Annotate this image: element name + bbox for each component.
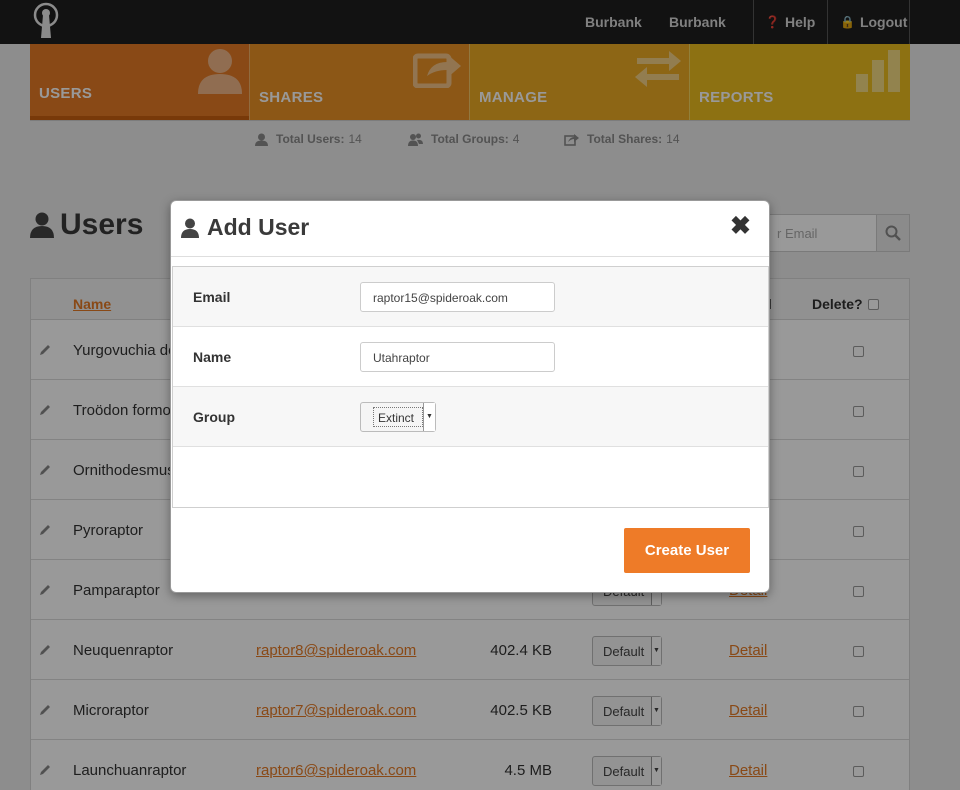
dialog-title: Add User	[181, 214, 309, 241]
dialog-header: Add User ✖	[171, 201, 769, 257]
add-user-dialog: Add User ✖ Email raptor15@spideroak.com …	[170, 200, 770, 593]
email-label: Email	[193, 289, 231, 305]
name-label: Name	[193, 349, 232, 365]
close-icon[interactable]: ✖	[730, 214, 751, 239]
name-field[interactable]: Utahraptor	[360, 342, 555, 372]
group-select-value: Extinct	[373, 407, 423, 427]
chevron-down-icon: ▼	[423, 403, 435, 431]
form-row-email: Email raptor15@spideroak.com	[173, 267, 768, 327]
group-label: Group	[193, 409, 235, 425]
email-field[interactable]: raptor15@spideroak.com	[360, 282, 555, 312]
add-user-form: Email raptor15@spideroak.com Name Utahra…	[172, 266, 769, 508]
form-row-name: Name Utahraptor	[173, 327, 768, 387]
form-row-group: Group Extinct ▼	[173, 387, 768, 447]
group-select[interactable]: Extinct ▼	[360, 402, 436, 432]
create-user-button[interactable]: Create User	[624, 528, 750, 573]
user-icon	[181, 218, 199, 238]
